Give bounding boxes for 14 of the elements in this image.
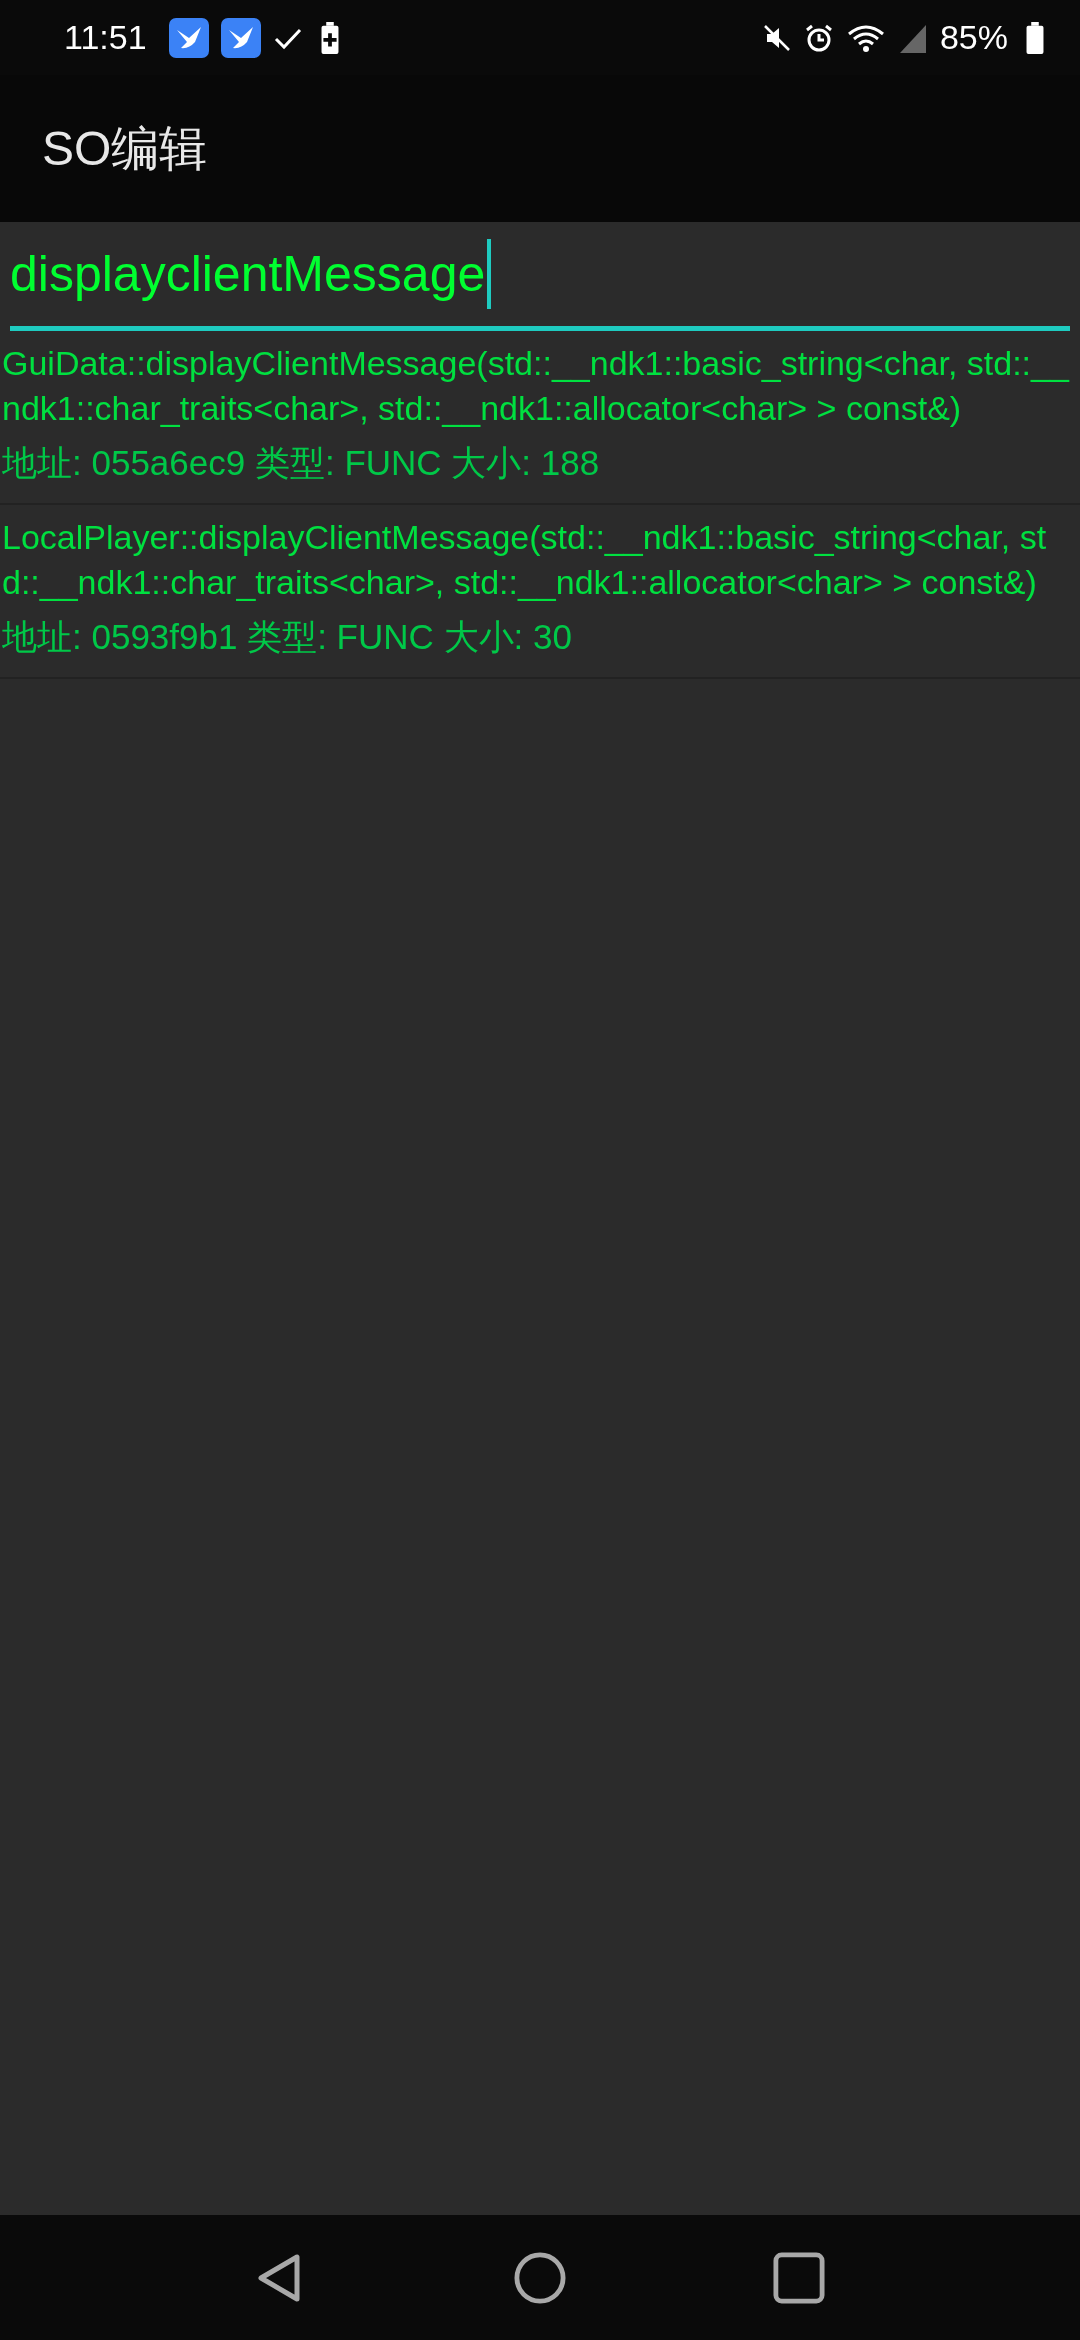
symbol-list-item[interactable]: GuiData::displayClientMessage(std::__ndk1::basic_string<char, std::__ndk1::char_traits<char>, std::__ndk1::allocator<char> > const&) 地址: 055a6ec9 类型: FUNC 大小: 188	[0, 331, 1080, 505]
symbol-name: GuiData::displayClientMessage(std::__ndk1::basic_string<char, std::__ndk1::char_traits<char>, std::__ndk1::allocator<char> > const&)	[2, 343, 1071, 429]
app-title: SO编辑	[42, 120, 208, 177]
bird-app-icon	[168, 17, 209, 58]
recents-icon[interactable]	[773, 2250, 825, 2305]
symbol-details: 地址: 0593f9b1 类型: FUNC 大小: 30	[2, 616, 573, 658]
status-time: 11:51	[64, 18, 147, 57]
search-field[interactable]: displayclientMessage	[10, 222, 1070, 331]
symbol-list-item[interactable]: LocalPlayer::displayClientMessage(std::__ndk1::basic_string<char, std::__ndk1::char_traits<char>, std::__ndk1::allocator<char> > const&) 地址: 0593f9b1 类型: FUNC 大小: 30	[0, 505, 1080, 679]
symbol-name: LocalPlayer::displayClientMessage(std::__ndk1::basic_string<char, std::__ndk1::char_traits<char>, std::__ndk1::allocator<char> > const&)	[2, 517, 1048, 603]
home-icon[interactable]	[514, 2250, 566, 2305]
symbol-details: 地址: 055a6ec9 类型: FUNC 大小: 188	[2, 442, 601, 484]
battery-percent: 85%	[939, 18, 1008, 57]
bird-app-icon	[220, 17, 261, 58]
